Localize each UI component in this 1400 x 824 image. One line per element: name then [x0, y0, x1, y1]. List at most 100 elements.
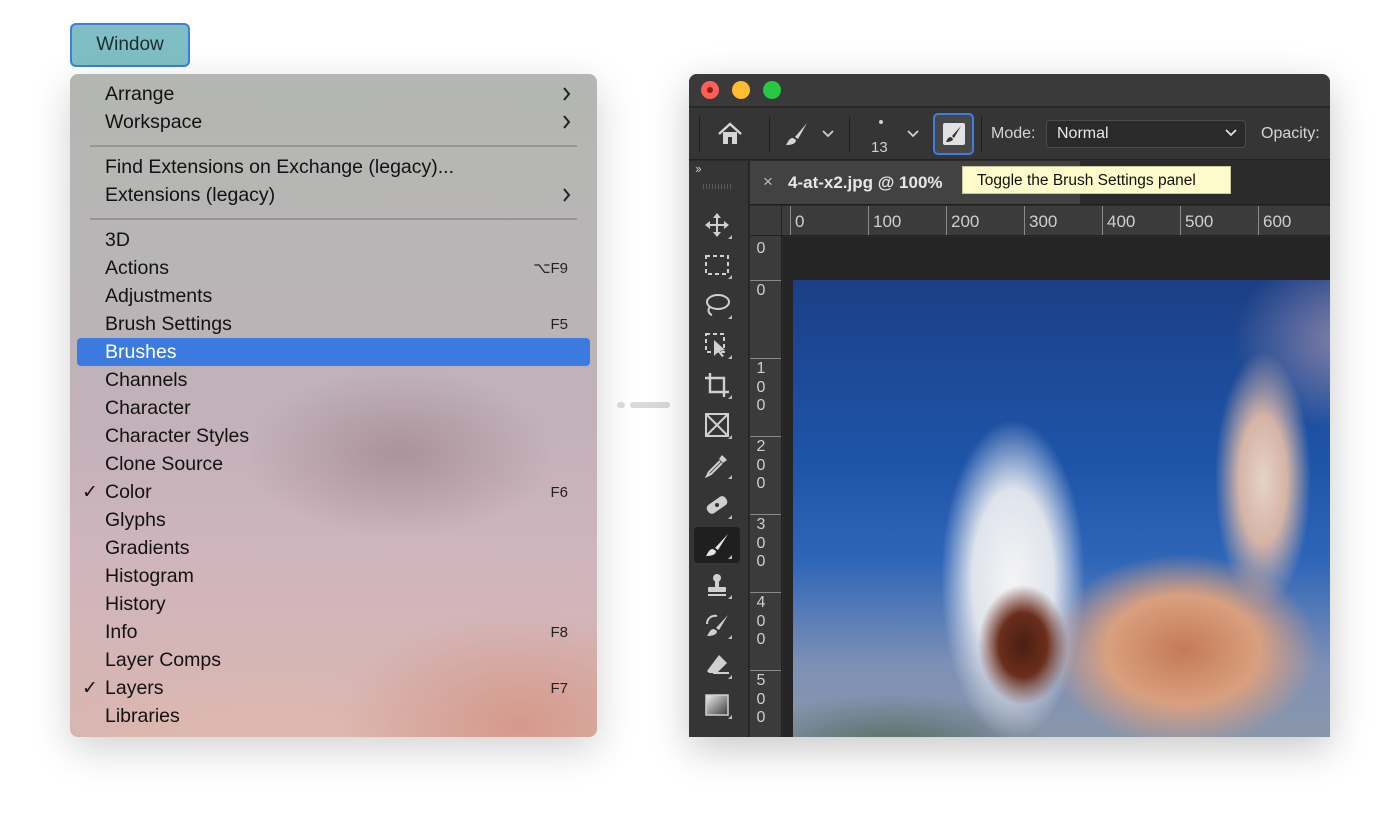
ruler-tick — [750, 436, 781, 437]
ruler-tick — [868, 206, 869, 235]
brush-preset-icon[interactable] — [783, 120, 811, 148]
crop-icon — [705, 373, 729, 397]
menu-item-shortcut: ⌥F9 — [533, 260, 568, 277]
menu-item-find-extensions[interactable]: Find Extensions on Exchange (legacy)... — [77, 153, 590, 181]
ruler-label: 200 — [951, 212, 980, 231]
menu-item-character[interactable]: Character — [77, 394, 590, 422]
menu-item-adjustments[interactable]: Adjustments — [77, 282, 590, 310]
move-icon — [705, 213, 729, 237]
menu-item-label: Layer Comps — [105, 648, 221, 671]
eyedropper-tool-button[interactable] — [694, 447, 740, 483]
object-selection-tool-button[interactable] — [694, 327, 740, 363]
mode-select[interactable]: Normal — [1046, 120, 1246, 148]
history-brush-tool-button[interactable] — [694, 607, 740, 643]
horizontal-ruler[interactable]: 0 100 200 300 400 500 600 — [750, 206, 1330, 236]
home-icon[interactable] — [716, 121, 744, 147]
menu-item-label: Actions — [105, 256, 169, 279]
document-image — [793, 280, 1330, 737]
marquee-icon — [705, 255, 729, 275]
toggle-brush-settings-button[interactable] — [933, 113, 974, 155]
ruler-label: 5 0 0 — [756, 672, 766, 726]
menu-item-brushes[interactable]: Brushes — [77, 338, 590, 366]
clone-stamp-tool-button[interactable] — [694, 567, 740, 603]
menu-item-layers[interactable]: ✓ Layers F7 — [77, 674, 590, 702]
zoom-window-button[interactable] — [763, 81, 781, 99]
menu-item-label: Character Styles — [105, 424, 250, 447]
menu-item-shortcut: F7 — [550, 679, 568, 697]
collapse-panel-icon[interactable]: ›› — [695, 161, 702, 176]
eyedropper-icon — [704, 455, 727, 478]
menu-item-label: Extensions (legacy) — [105, 183, 276, 206]
close-window-button[interactable] — [701, 81, 719, 99]
chevron-down-icon[interactable] — [822, 130, 834, 138]
menu-item-glyphs[interactable]: Glyphs — [77, 506, 590, 534]
connector-line — [630, 402, 670, 408]
crop-tool-button[interactable] — [694, 367, 740, 403]
brush-tool-button[interactable] — [694, 527, 740, 563]
menu-item-label: Info — [105, 620, 138, 643]
menu-item-label: Arrange — [105, 82, 175, 105]
gradient-tool-button[interactable] — [694, 687, 740, 723]
checkmark-icon: ✓ — [82, 677, 98, 699]
menu-item-brush-settings[interactable]: Brush Settings F5 — [77, 310, 590, 338]
menu-item-extensions[interactable]: Extensions (legacy) — [77, 181, 590, 209]
menu-item-clone-source[interactable]: Clone Source — [77, 450, 590, 478]
menu-item-label: Clone Source — [105, 452, 224, 475]
close-icon[interactable]: × — [763, 172, 773, 192]
menu-item-label: Layers — [105, 676, 164, 699]
frame-tool-button[interactable] — [694, 407, 740, 443]
menu-item-gradients[interactable]: Gradients — [77, 534, 590, 562]
vertical-ruler[interactable]: 0 0 1 0 0 2 0 0 3 0 0 4 0 0 5 0 0 — [750, 236, 782, 737]
healing-brush-tool-button[interactable] — [694, 487, 740, 523]
opacity-label: Opacity: — [1261, 125, 1320, 142]
ruler-label: 4 0 0 — [756, 594, 766, 648]
lasso-tool-button[interactable] — [694, 287, 740, 323]
chevron-right-icon — [563, 115, 571, 129]
ruler-label: 100 — [873, 212, 902, 231]
window-menu: Arrange Workspace Find Extensions on Exc… — [70, 74, 597, 737]
menu-item-color[interactable]: ✓ Color F6 — [77, 478, 590, 506]
chevron-down-icon[interactable] — [907, 130, 919, 138]
options-divider — [699, 116, 700, 152]
mode-label: Mode: — [991, 125, 1036, 142]
ruler-tick — [750, 280, 781, 281]
menu-item-history[interactable]: History — [77, 590, 590, 618]
ruler-label: 500 — [1185, 212, 1214, 231]
menu-item-character-styles[interactable]: Character Styles — [77, 422, 590, 450]
menu-item-actions[interactable]: Actions ⌥F9 — [77, 254, 590, 282]
ruler-tick — [1102, 206, 1103, 235]
menu-item-workspace[interactable]: Workspace — [77, 108, 590, 136]
minimize-window-button[interactable] — [732, 81, 750, 99]
menu-item-label: Glyphs — [105, 508, 166, 531]
document-tab-title: 4-at-x2.jpg @ 100% — [788, 173, 943, 192]
options-divider — [769, 116, 770, 152]
ruler-label: 3 0 0 — [756, 516, 766, 570]
ruler-label: 1 0 0 — [756, 360, 766, 414]
ruler-tick — [1024, 206, 1025, 235]
options-divider — [849, 116, 850, 152]
menu-item-3d[interactable]: 3D — [77, 226, 590, 254]
brush-size-value[interactable]: 13 — [871, 139, 888, 156]
menu-item-layer-comps[interactable]: Layer Comps — [77, 646, 590, 674]
eraser-icon — [707, 655, 729, 674]
menu-item-libraries[interactable]: Libraries — [77, 702, 590, 730]
chevron-right-icon — [563, 87, 571, 101]
tools-panel: ›› — [689, 161, 749, 737]
eraser-tool-button[interactable] — [694, 647, 740, 683]
menu-item-label: Adjustments — [105, 284, 213, 307]
brush-size-dot-icon — [879, 120, 883, 124]
move-tool-button[interactable] — [694, 207, 740, 243]
menu-item-info[interactable]: Info F8 — [77, 618, 590, 646]
canvas-area[interactable] — [783, 237, 1330, 737]
window-menu-button[interactable]: Window — [70, 23, 190, 67]
menu-item-arrange[interactable]: Arrange — [77, 80, 590, 108]
brush-icon — [706, 534, 728, 556]
options-divider — [981, 116, 982, 152]
marquee-tool-button[interactable] — [694, 247, 740, 283]
menu-item-label: Libraries — [105, 704, 180, 727]
menu-item-histogram[interactable]: Histogram — [77, 562, 590, 590]
panel-grip[interactable] — [703, 184, 733, 189]
ruler-tick — [946, 206, 947, 235]
ruler-tick — [790, 206, 791, 235]
menu-item-channels[interactable]: Channels — [77, 366, 590, 394]
